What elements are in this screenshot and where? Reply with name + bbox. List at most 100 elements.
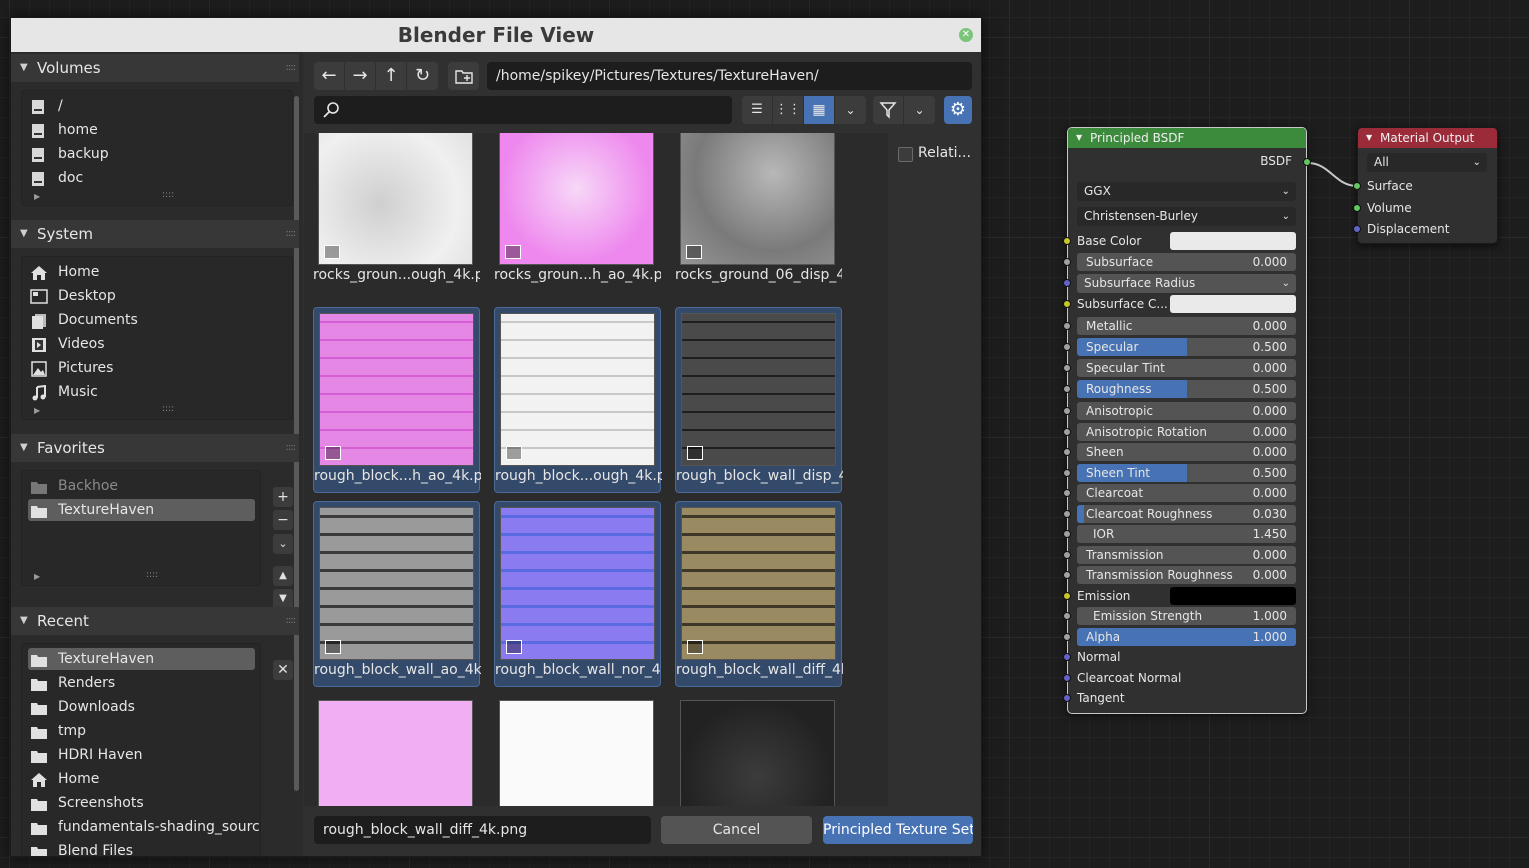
dropdown-value: Christensen-Burley bbox=[1084, 209, 1198, 223]
slider-label: IOR bbox=[1093, 527, 1115, 541]
input-socket[interactable] bbox=[1063, 633, 1071, 641]
slider-label: Specular bbox=[1086, 340, 1139, 354]
input-socket[interactable] bbox=[1063, 592, 1071, 600]
bsdf-output-label: BSDF bbox=[1260, 154, 1292, 168]
slider-sheen[interactable]: Sheen 0.000 bbox=[1077, 443, 1296, 461]
slider-clearcoat[interactable]: Clearcoat 0.000 bbox=[1077, 484, 1296, 502]
subsurface-color-swatch[interactable] bbox=[1170, 295, 1296, 313]
slider-value: 0.000 bbox=[1252, 404, 1287, 418]
slider-label: Metallic bbox=[1086, 319, 1133, 333]
input-socket[interactable] bbox=[1063, 258, 1071, 266]
volume-input-socket[interactable] bbox=[1353, 204, 1361, 212]
slider-value: 0.000 bbox=[1252, 445, 1287, 459]
slider-value: 1.000 bbox=[1252, 630, 1287, 644]
input-socket[interactable] bbox=[1063, 407, 1071, 415]
input-socket[interactable] bbox=[1063, 530, 1071, 538]
slider-subsurface[interactable]: Subsurface 0.000 bbox=[1077, 253, 1296, 271]
base-color-swatch[interactable] bbox=[1170, 232, 1296, 250]
slider-label: Roughness bbox=[1086, 382, 1152, 396]
slider-alpha[interactable]: Alpha 1.000 bbox=[1077, 628, 1296, 646]
base-color-label: Base Color bbox=[1077, 234, 1142, 248]
input-socket[interactable] bbox=[1063, 510, 1071, 518]
input-socket[interactable] bbox=[1063, 364, 1071, 372]
slider-label: Transmission bbox=[1086, 548, 1164, 562]
surface-input-socket[interactable] bbox=[1353, 182, 1361, 190]
chevron-down-icon: ⌄ bbox=[1472, 157, 1481, 168]
slider-value: 0.030 bbox=[1252, 507, 1287, 521]
input-socket[interactable] bbox=[1063, 489, 1071, 497]
slider-emission-strength[interactable]: Emission Strength 1.000 bbox=[1077, 607, 1296, 625]
slider-fill bbox=[1077, 505, 1084, 523]
input-socket[interactable] bbox=[1063, 279, 1071, 287]
slider-label: Clearcoat Roughness bbox=[1086, 507, 1213, 521]
slider-value: 1.450 bbox=[1252, 527, 1287, 541]
slider-anisotropic[interactable]: Anisotropic 0.000 bbox=[1077, 402, 1296, 420]
dropdown-value: GGX bbox=[1084, 184, 1111, 198]
slider-specular[interactable]: Specular 0.500 bbox=[1077, 338, 1296, 356]
normal-label: Normal bbox=[1077, 650, 1121, 664]
input-socket[interactable] bbox=[1063, 469, 1071, 477]
slider-ior[interactable]: IOR 1.450 bbox=[1077, 525, 1296, 543]
node-title: Principled BSDF bbox=[1090, 131, 1185, 145]
input-socket[interactable] bbox=[1063, 428, 1071, 436]
input-socket[interactable] bbox=[1063, 343, 1071, 351]
input-socket[interactable] bbox=[1063, 300, 1071, 308]
chevron-down-icon: ⌄ bbox=[1281, 186, 1290, 197]
slider-value: 0.000 bbox=[1252, 361, 1287, 375]
material-output-node[interactable]: ▼ Material Output All ⌄ Surface Volume D… bbox=[1353, 127, 1498, 244]
slider-value: 1.000 bbox=[1252, 609, 1287, 623]
tangent-label: Tangent bbox=[1077, 691, 1125, 705]
target-dropdown[interactable]: All ⌄ bbox=[1367, 153, 1487, 172]
slider-label: Emission Strength bbox=[1093, 609, 1203, 623]
slider-value: 0.500 bbox=[1252, 382, 1287, 396]
node-header[interactable]: ▼ Material Output bbox=[1358, 128, 1497, 148]
slider-value: 0.000 bbox=[1252, 319, 1287, 333]
base-color-socket[interactable] bbox=[1063, 237, 1071, 245]
slider-anisotropic-rotation[interactable]: Anisotropic Rotation 0.000 bbox=[1077, 423, 1296, 441]
collapse-icon[interactable]: ▼ bbox=[1076, 128, 1082, 148]
input-socket[interactable] bbox=[1063, 322, 1071, 330]
displacement-input-socket[interactable] bbox=[1353, 225, 1361, 233]
input-socket[interactable] bbox=[1063, 448, 1071, 456]
input-socket[interactable] bbox=[1063, 571, 1071, 579]
slider-value: 0.000 bbox=[1252, 568, 1287, 582]
subsurface-radius-dropdown[interactable]: Subsurface Radius ⌄ bbox=[1077, 274, 1296, 293]
slider-value: 0.000 bbox=[1252, 255, 1287, 269]
input-socket[interactable] bbox=[1063, 551, 1071, 559]
input-socket[interactable] bbox=[1063, 385, 1071, 393]
node-header[interactable]: ▼ Principled BSDF bbox=[1068, 128, 1306, 148]
slider-clearcoat-roughness[interactable]: Clearcoat Roughness 0.030 bbox=[1077, 505, 1296, 523]
displacement-label: Displacement bbox=[1367, 222, 1450, 236]
emission-color-swatch[interactable] bbox=[1170, 587, 1296, 605]
principled-bsdf-node[interactable]: ▼ Principled BSDF BSDF GGX ⌄ Christensen… bbox=[1063, 127, 1311, 714]
surface-label: Surface bbox=[1367, 179, 1413, 193]
slider-value: 0.500 bbox=[1252, 340, 1287, 354]
slider-label: Clearcoat bbox=[1086, 486, 1144, 500]
chevron-down-icon: ⌄ bbox=[1281, 278, 1290, 289]
slider-transmission[interactable]: Transmission 0.000 bbox=[1077, 546, 1296, 564]
slider-roughness[interactable]: Roughness 0.500 bbox=[1077, 380, 1296, 398]
subsurface-method-dropdown[interactable]: Christensen-Burley ⌄ bbox=[1077, 207, 1296, 226]
slider-label: Alpha bbox=[1086, 630, 1121, 644]
slider-value: 0.000 bbox=[1252, 486, 1287, 500]
input-socket[interactable] bbox=[1063, 653, 1071, 661]
collapse-icon[interactable]: ▼ bbox=[1366, 128, 1372, 148]
bsdf-output-socket[interactable] bbox=[1303, 158, 1311, 166]
slider-specular-tint[interactable]: Specular Tint 0.000 bbox=[1077, 359, 1296, 377]
chevron-down-icon: ⌄ bbox=[1281, 211, 1290, 222]
distribution-dropdown[interactable]: GGX ⌄ bbox=[1077, 182, 1296, 201]
slider-sheen-tint[interactable]: Sheen Tint 0.500 bbox=[1077, 464, 1296, 482]
slider-label: Subsurface bbox=[1086, 255, 1154, 269]
slider-transmission-roughness[interactable]: Transmission Roughness 0.000 bbox=[1077, 566, 1296, 584]
input-socket[interactable] bbox=[1063, 674, 1071, 682]
slider-metallic[interactable]: Metallic 0.000 bbox=[1077, 317, 1296, 335]
dropdown-value: All bbox=[1374, 155, 1389, 169]
slider-label: Sheen Tint bbox=[1086, 466, 1151, 480]
volume-label: Volume bbox=[1367, 201, 1412, 215]
subsurface-color-label: Subsurface C... bbox=[1077, 297, 1168, 311]
node-title: Material Output bbox=[1380, 131, 1475, 145]
dropdown-value: Subsurface Radius bbox=[1084, 276, 1196, 290]
slider-value: 0.500 bbox=[1252, 466, 1287, 480]
input-socket[interactable] bbox=[1063, 694, 1071, 702]
input-socket[interactable] bbox=[1063, 612, 1071, 620]
